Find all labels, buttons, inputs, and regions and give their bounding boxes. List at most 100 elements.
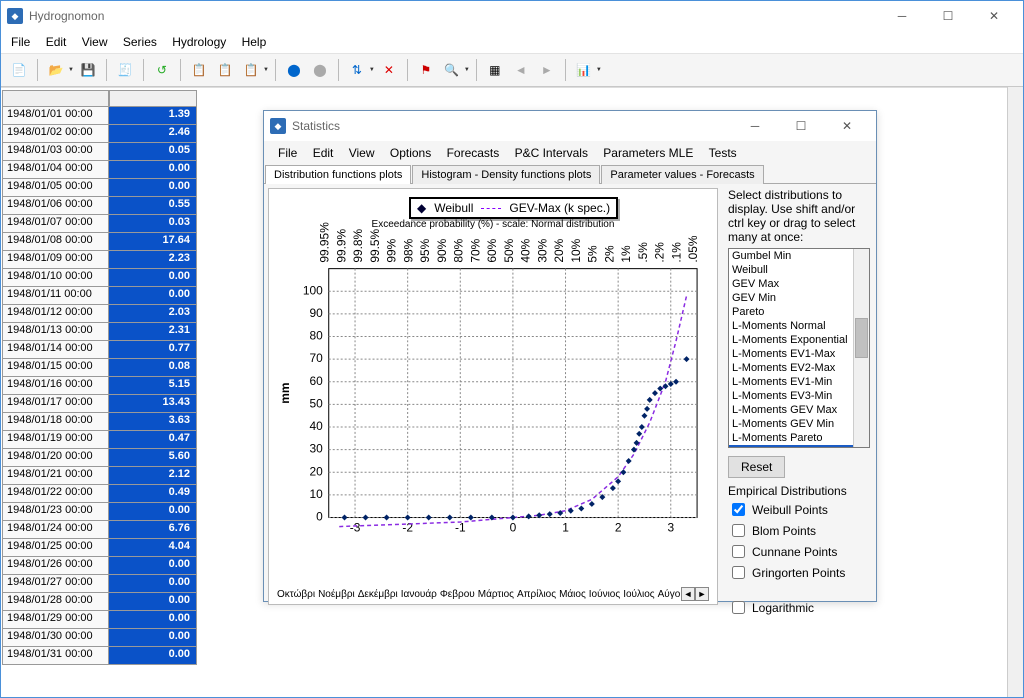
table-row[interactable]: 1948/01/09 00:002.23: [2, 251, 198, 269]
list-item[interactable]: GEV Min: [729, 291, 869, 305]
table-row[interactable]: 1948/01/12 00:002.03: [2, 305, 198, 323]
list-item[interactable]: L-Moments GEV Max: [729, 403, 869, 417]
table-row[interactable]: 1948/01/22 00:000.49: [2, 485, 198, 503]
table-row[interactable]: 1948/01/29 00:000.00: [2, 611, 198, 629]
table-row[interactable]: 1948/01/23 00:000.00: [2, 503, 198, 521]
list-item[interactable]: L-Moments Normal: [729, 319, 869, 333]
stats-menu-edit[interactable]: Edit: [307, 144, 340, 162]
menu-edit[interactable]: Edit: [40, 33, 73, 51]
table-row[interactable]: 1948/01/16 00:005.15: [2, 377, 198, 395]
stats-menu-options[interactable]: Options: [384, 144, 437, 162]
tab-histogram[interactable]: Histogram - Density functions plots: [412, 165, 600, 184]
menu-file[interactable]: File: [5, 33, 36, 51]
table-row[interactable]: 1948/01/25 00:004.04: [2, 539, 198, 557]
stats-maximize-button[interactable]: ☐: [778, 111, 824, 141]
stats-menu-file[interactable]: File: [272, 144, 303, 162]
stats-menu-forecasts[interactable]: Forecasts: [441, 144, 506, 162]
close-button[interactable]: ✕: [971, 1, 1017, 31]
chk-blom[interactable]: Blom Points: [728, 521, 870, 540]
stats-minimize-button[interactable]: ─: [732, 111, 778, 141]
tab-parameters[interactable]: Parameter values - Forecasts: [601, 165, 763, 184]
list-item[interactable]: L-Moments Pareto: [729, 431, 869, 445]
stats-menu-tests[interactable]: Tests: [703, 144, 743, 162]
menu-hydrology[interactable]: Hydrology: [166, 33, 232, 51]
month-next-icon[interactable]: ►: [695, 587, 709, 601]
stats-close-button[interactable]: ✕: [824, 111, 870, 141]
table-row[interactable]: 1948/01/18 00:003.63: [2, 413, 198, 431]
table-row[interactable]: 1948/01/27 00:000.00: [2, 575, 198, 593]
table-row[interactable]: 1948/01/10 00:000.00: [2, 269, 198, 287]
forward-icon[interactable]: ►: [535, 58, 559, 82]
grid-icon[interactable]: ▦: [483, 58, 507, 82]
list-item[interactable]: L-Moments Exponential: [729, 333, 869, 347]
list-item[interactable]: L-Moments EV3-Min: [729, 389, 869, 403]
table-row[interactable]: 1948/01/26 00:000.00: [2, 557, 198, 575]
chk-weibull[interactable]: Weibull Points: [728, 500, 870, 519]
table-row[interactable]: 1948/01/11 00:000.00: [2, 287, 198, 305]
list-item[interactable]: L-Moments GEV Min: [729, 417, 869, 431]
dist-scrollbar[interactable]: [853, 249, 869, 447]
menu-series[interactable]: Series: [117, 33, 163, 51]
table-row[interactable]: 1948/01/06 00:000.55: [2, 197, 198, 215]
list-item[interactable]: L-Moments EV1-Min: [729, 375, 869, 389]
menu-help[interactable]: Help: [236, 33, 273, 51]
reset-button[interactable]: Reset: [728, 456, 785, 478]
list-item[interactable]: L-Moments EV2-Max: [729, 361, 869, 375]
chk-gringorten[interactable]: Gringorten Points: [728, 563, 870, 582]
stats-menu-view[interactable]: View: [343, 144, 381, 162]
minimize-button[interactable]: ─: [879, 1, 925, 31]
open-icon[interactable]: 📂: [44, 58, 68, 82]
stats-menu-mle[interactable]: Parameters MLE: [597, 144, 699, 162]
prev-icon[interactable]: ⬤: [282, 58, 306, 82]
list-item[interactable]: L-Moments EV1-Max: [729, 347, 869, 361]
refresh-icon[interactable]: ↺: [150, 58, 174, 82]
table-row[interactable]: 1948/01/20 00:005.60: [2, 449, 198, 467]
table-row[interactable]: 1948/01/05 00:000.00: [2, 179, 198, 197]
zoom-icon[interactable]: 🔍: [440, 58, 464, 82]
table-row[interactable]: 1948/01/28 00:000.00: [2, 593, 198, 611]
copy2-icon[interactable]: 📋: [213, 58, 237, 82]
month-slider[interactable]: ΟκτώβριΝοέμβριΔεκέμβριΙανουάρΦεβρουΜάρτι…: [277, 587, 709, 601]
stats-menu-pc[interactable]: P&C Intervals: [509, 144, 594, 162]
table-row[interactable]: 1948/01/19 00:000.47: [2, 431, 198, 449]
next-icon[interactable]: ⬤: [308, 58, 332, 82]
list-item[interactable]: Gumbel Min: [729, 249, 869, 263]
distribution-list[interactable]: Gumbel MinWeibullGEV MaxGEV MinParetoL-M…: [728, 248, 870, 448]
table-row[interactable]: 1948/01/03 00:000.05: [2, 143, 198, 161]
copy-icon[interactable]: 📋: [187, 58, 211, 82]
table-row[interactable]: 1948/01/31 00:000.00: [2, 647, 198, 665]
table-row[interactable]: 1948/01/04 00:000.00: [2, 161, 198, 179]
maximize-button[interactable]: ☐: [925, 1, 971, 31]
table-row[interactable]: 1948/01/07 00:000.03: [2, 215, 198, 233]
list-item[interactable]: Pareto: [729, 305, 869, 319]
list-item[interactable]: GEV-Max (k spec.): [729, 445, 869, 448]
flag-icon[interactable]: ⚑: [414, 58, 438, 82]
table-row[interactable]: 1948/01/17 00:0013.43: [2, 395, 198, 413]
table-row[interactable]: 1948/01/08 00:0017.64: [2, 233, 198, 251]
chart-icon[interactable]: 📊: [572, 58, 596, 82]
table-row[interactable]: 1948/01/24 00:006.76: [2, 521, 198, 539]
table-row[interactable]: 1948/01/15 00:000.08: [2, 359, 198, 377]
delete-icon[interactable]: ✕: [377, 58, 401, 82]
table-row[interactable]: 1948/01/01 00:001.39: [2, 107, 198, 125]
menu-view[interactable]: View: [76, 33, 114, 51]
data-grid[interactable]: 1948/01/01 00:001.391948/01/02 00:002.46…: [2, 90, 198, 665]
table-row[interactable]: 1948/01/14 00:000.77: [2, 341, 198, 359]
sort-icon[interactable]: ⇅: [345, 58, 369, 82]
list-item[interactable]: Weibull: [729, 263, 869, 277]
back-icon[interactable]: ◄: [509, 58, 533, 82]
table-row[interactable]: 1948/01/13 00:002.31: [2, 323, 198, 341]
list-item[interactable]: GEV Max: [729, 277, 869, 291]
table-row[interactable]: 1948/01/21 00:002.12: [2, 467, 198, 485]
chk-cunnane[interactable]: Cunnane Points: [728, 542, 870, 561]
table-row[interactable]: 1948/01/02 00:002.46: [2, 125, 198, 143]
main-scrollbar[interactable]: [1007, 87, 1023, 697]
properties-icon[interactable]: 🧾: [113, 58, 137, 82]
tab-dist-functions[interactable]: Distribution functions plots: [265, 165, 411, 184]
save-icon[interactable]: 💾: [76, 58, 100, 82]
month-prev-icon[interactable]: ◄: [681, 587, 695, 601]
chk-logarithmic[interactable]: Logarithmic: [728, 598, 870, 617]
new-icon[interactable]: 📄: [7, 58, 31, 82]
table-row[interactable]: 1948/01/30 00:000.00: [2, 629, 198, 647]
paste-icon[interactable]: 📋: [239, 58, 263, 82]
